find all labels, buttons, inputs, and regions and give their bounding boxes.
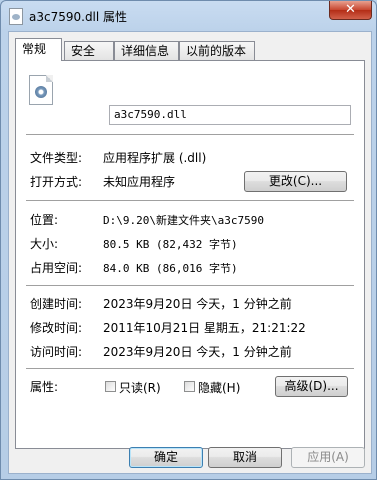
change-button[interactable]: 更改(C)...: [244, 171, 347, 192]
ok-button[interactable]: 确定: [129, 447, 203, 468]
cancel-button[interactable]: 取消: [208, 447, 282, 468]
modified-value: 2011年10月21日 星期五，21:21:22: [103, 321, 306, 335]
attributes-label: 属性:: [30, 380, 59, 394]
title-bar[interactable]: a3c7590.dll 属性 ✕: [1, 1, 377, 31]
accessed-label: 访问时间:: [30, 345, 83, 359]
tab-previous-versions[interactable]: 以前的版本: [179, 41, 255, 60]
general-panel: a3c7590.dll 文件类型: 应用程序扩展 (.dll) 打开方式: 未知…: [15, 60, 365, 449]
divider: [26, 134, 354, 136]
modified-label: 修改时间:: [30, 321, 83, 335]
type-label: 文件类型:: [30, 151, 83, 165]
tab-security[interactable]: 安全: [64, 41, 114, 60]
size-label: 大小:: [30, 237, 59, 251]
created-label: 创建时间:: [30, 297, 83, 311]
readonly-label[interactable]: 只读(R): [119, 379, 161, 396]
divider: [26, 200, 354, 202]
hidden-checkbox[interactable]: [184, 381, 195, 392]
open-with-label: 打开方式:: [30, 175, 83, 189]
dll-file-icon: [9, 8, 23, 25]
open-with-value: 未知应用程序: [103, 175, 176, 189]
created-value: 2023年9月20日 今天，1 分钟之前: [103, 297, 292, 311]
advanced-button[interactable]: 高级(D)...: [275, 376, 348, 397]
dialog-client: 常规 安全 详细信息 以前的版本 a3c7590.dll 文件类型: 应用程序扩…: [8, 31, 372, 474]
properties-window: a3c7590.dll 属性 ✕ 常规 安全 详细信息 以前的版本 a3c759…: [0, 0, 377, 480]
readonly-checkbox[interactable]: [105, 381, 116, 392]
accessed-value: 2023年9月20日 今天，1 分钟之前: [103, 345, 292, 359]
divider: [26, 285, 354, 287]
location-label: 位置:: [30, 213, 59, 227]
gear-icon: [35, 86, 47, 98]
tab-general[interactable]: 常规: [15, 38, 62, 61]
file-icon: [29, 75, 53, 105]
file-name-field[interactable]: a3c7590.dll: [109, 105, 351, 125]
apply-button[interactable]: 应用(A): [291, 447, 365, 468]
size-value: 80.5 KB (82,432 字节): [103, 238, 238, 251]
size-on-disk-label: 占用空间:: [30, 261, 83, 275]
tab-details[interactable]: 详细信息: [114, 41, 179, 60]
window-title: a3c7590.dll 属性: [29, 10, 128, 24]
close-button[interactable]: ✕: [329, 1, 372, 20]
divider: [26, 368, 354, 370]
location-value: D:\9.20\新建文件夹\a3c7590: [103, 214, 264, 227]
size-on-disk-value: 84.0 KB (86,016 字节): [103, 262, 238, 275]
hidden-label[interactable]: 隐藏(H): [198, 379, 240, 396]
type-value: 应用程序扩展 (.dll): [103, 151, 207, 165]
